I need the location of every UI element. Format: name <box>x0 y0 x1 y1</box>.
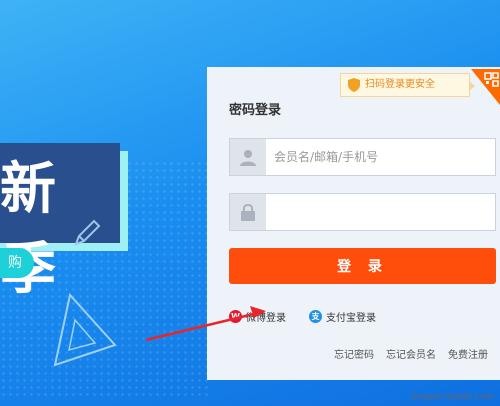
user-icon <box>230 139 266 175</box>
weibo-icon: W <box>229 310 242 323</box>
forgot-password-link[interactable]: 忘记密码 <box>334 346 374 361</box>
watermark: jingyan.baidu.com <box>410 392 494 402</box>
forgot-username-link[interactable]: 忘记会员名 <box>386 346 436 361</box>
qr-tip-text: 扫码登录更安全 <box>365 79 435 90</box>
alipay-login-label: 支付宝登录 <box>326 313 376 324</box>
shield-icon <box>348 78 360 92</box>
qr-login-tip[interactable]: 扫码登录更安全 <box>340 73 475 97</box>
pencil-icon <box>74 219 101 246</box>
weibo-login-label: 微博登录 <box>246 313 286 324</box>
lock-icon <box>230 194 266 230</box>
alipay-icon: 支 <box>309 310 322 323</box>
password-field <box>229 193 496 231</box>
login-title: 密码登录 <box>229 103 282 118</box>
password-input[interactable] <box>266 194 495 230</box>
login-button[interactable]: 登 录 <box>229 248 496 284</box>
qr-code-switch-icon[interactable] <box>471 69 500 105</box>
promo-badge[interactable]: 购 <box>0 248 34 278</box>
register-link[interactable]: 免费注册 <box>448 346 488 361</box>
username-input[interactable] <box>266 139 495 175</box>
triangle-ruler-icon <box>53 292 117 367</box>
login-panel: 扫码登录更安全 密码登录 登 录 W 微博登录 支 <box>207 67 500 380</box>
weibo-login-link[interactable]: W 微博登录 <box>229 309 286 324</box>
account-links: 忘记密码 忘记会员名 免费注册 <box>334 346 488 361</box>
username-field <box>229 138 496 176</box>
alipay-login-link[interactable]: 支 支付宝登录 <box>309 309 376 324</box>
